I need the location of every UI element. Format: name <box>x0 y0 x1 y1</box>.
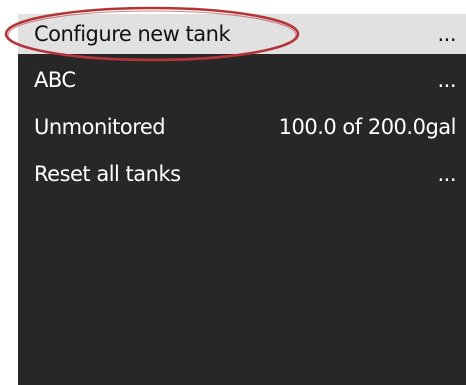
tank-level-readout: 100.0 of 200.0gal <box>278 115 457 139</box>
menu-item-configure-new-tank[interactable]: Configure new tank ... <box>18 14 466 54</box>
menu-item-unmonitored[interactable]: Unmonitored 100.0 of 200.0gal <box>18 107 466 147</box>
menu-item-more-indicator: ... <box>437 22 456 46</box>
menu-item-label: ABC <box>34 68 76 92</box>
menu-item-abc[interactable]: ABC ... <box>18 60 466 100</box>
menu-item-label: Reset all tanks <box>34 162 181 186</box>
menu-item-more-indicator: ... <box>437 68 456 92</box>
menu-item-label: Unmonitored <box>34 115 166 139</box>
menu-item-more-indicator: ... <box>437 162 456 186</box>
menu-item-reset-all-tanks[interactable]: Reset all tanks ... <box>18 154 466 194</box>
menu-item-label: Configure new tank <box>34 22 231 46</box>
tank-settings-screen: Configure new tank ... ABC ... Unmonitor… <box>18 14 466 385</box>
